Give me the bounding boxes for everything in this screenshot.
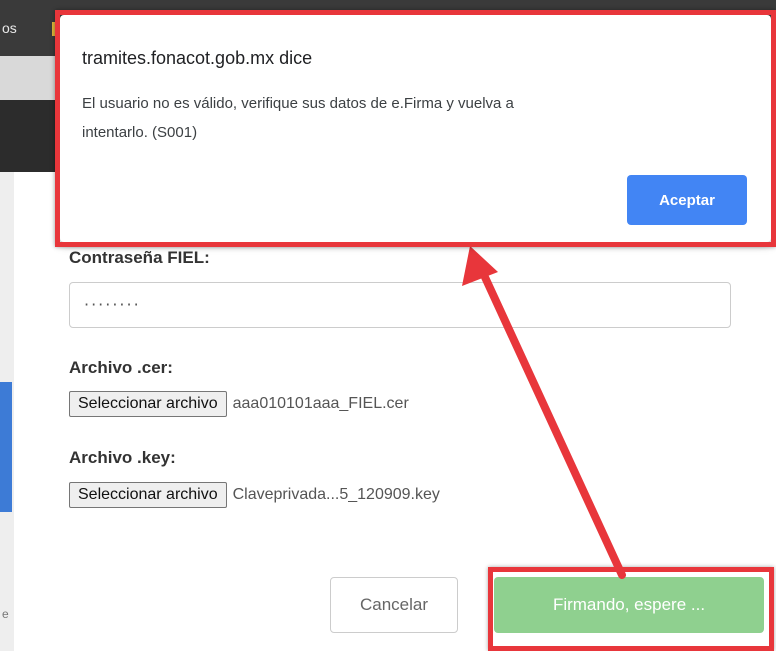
cer-file-label: Archivo .cer: — [69, 358, 173, 377]
cer-file-input: Seleccionar archivo aaa010101aaa_FIEL.ce… — [69, 390, 409, 418]
annotation-submit-highlight — [488, 567, 774, 651]
key-file-name: Claveprivada...5_120909.key — [232, 486, 440, 503]
key-file-input: Seleccionar archivo Claveprivada...5_120… — [69, 481, 440, 509]
cer-select-file-button[interactable]: Seleccionar archivo — [69, 391, 227, 417]
background-page-edge: e — [0, 172, 15, 651]
key-file-label: Archivo .key: — [69, 448, 176, 467]
background-text-fragment: e — [2, 607, 9, 621]
cancel-button[interactable]: Cancelar — [330, 577, 458, 633]
bookmark-fragment[interactable]: os — [2, 20, 17, 36]
annotation-alert-highlight — [55, 10, 776, 247]
password-field[interactable]: ········ — [69, 282, 731, 328]
key-select-file-button[interactable]: Seleccionar archivo — [69, 482, 227, 508]
background-sidebar-accent — [0, 382, 12, 512]
cer-file-name: aaa010101aaa_FIEL.cer — [232, 395, 409, 412]
password-label: Contraseña FIEL: — [69, 248, 210, 267]
